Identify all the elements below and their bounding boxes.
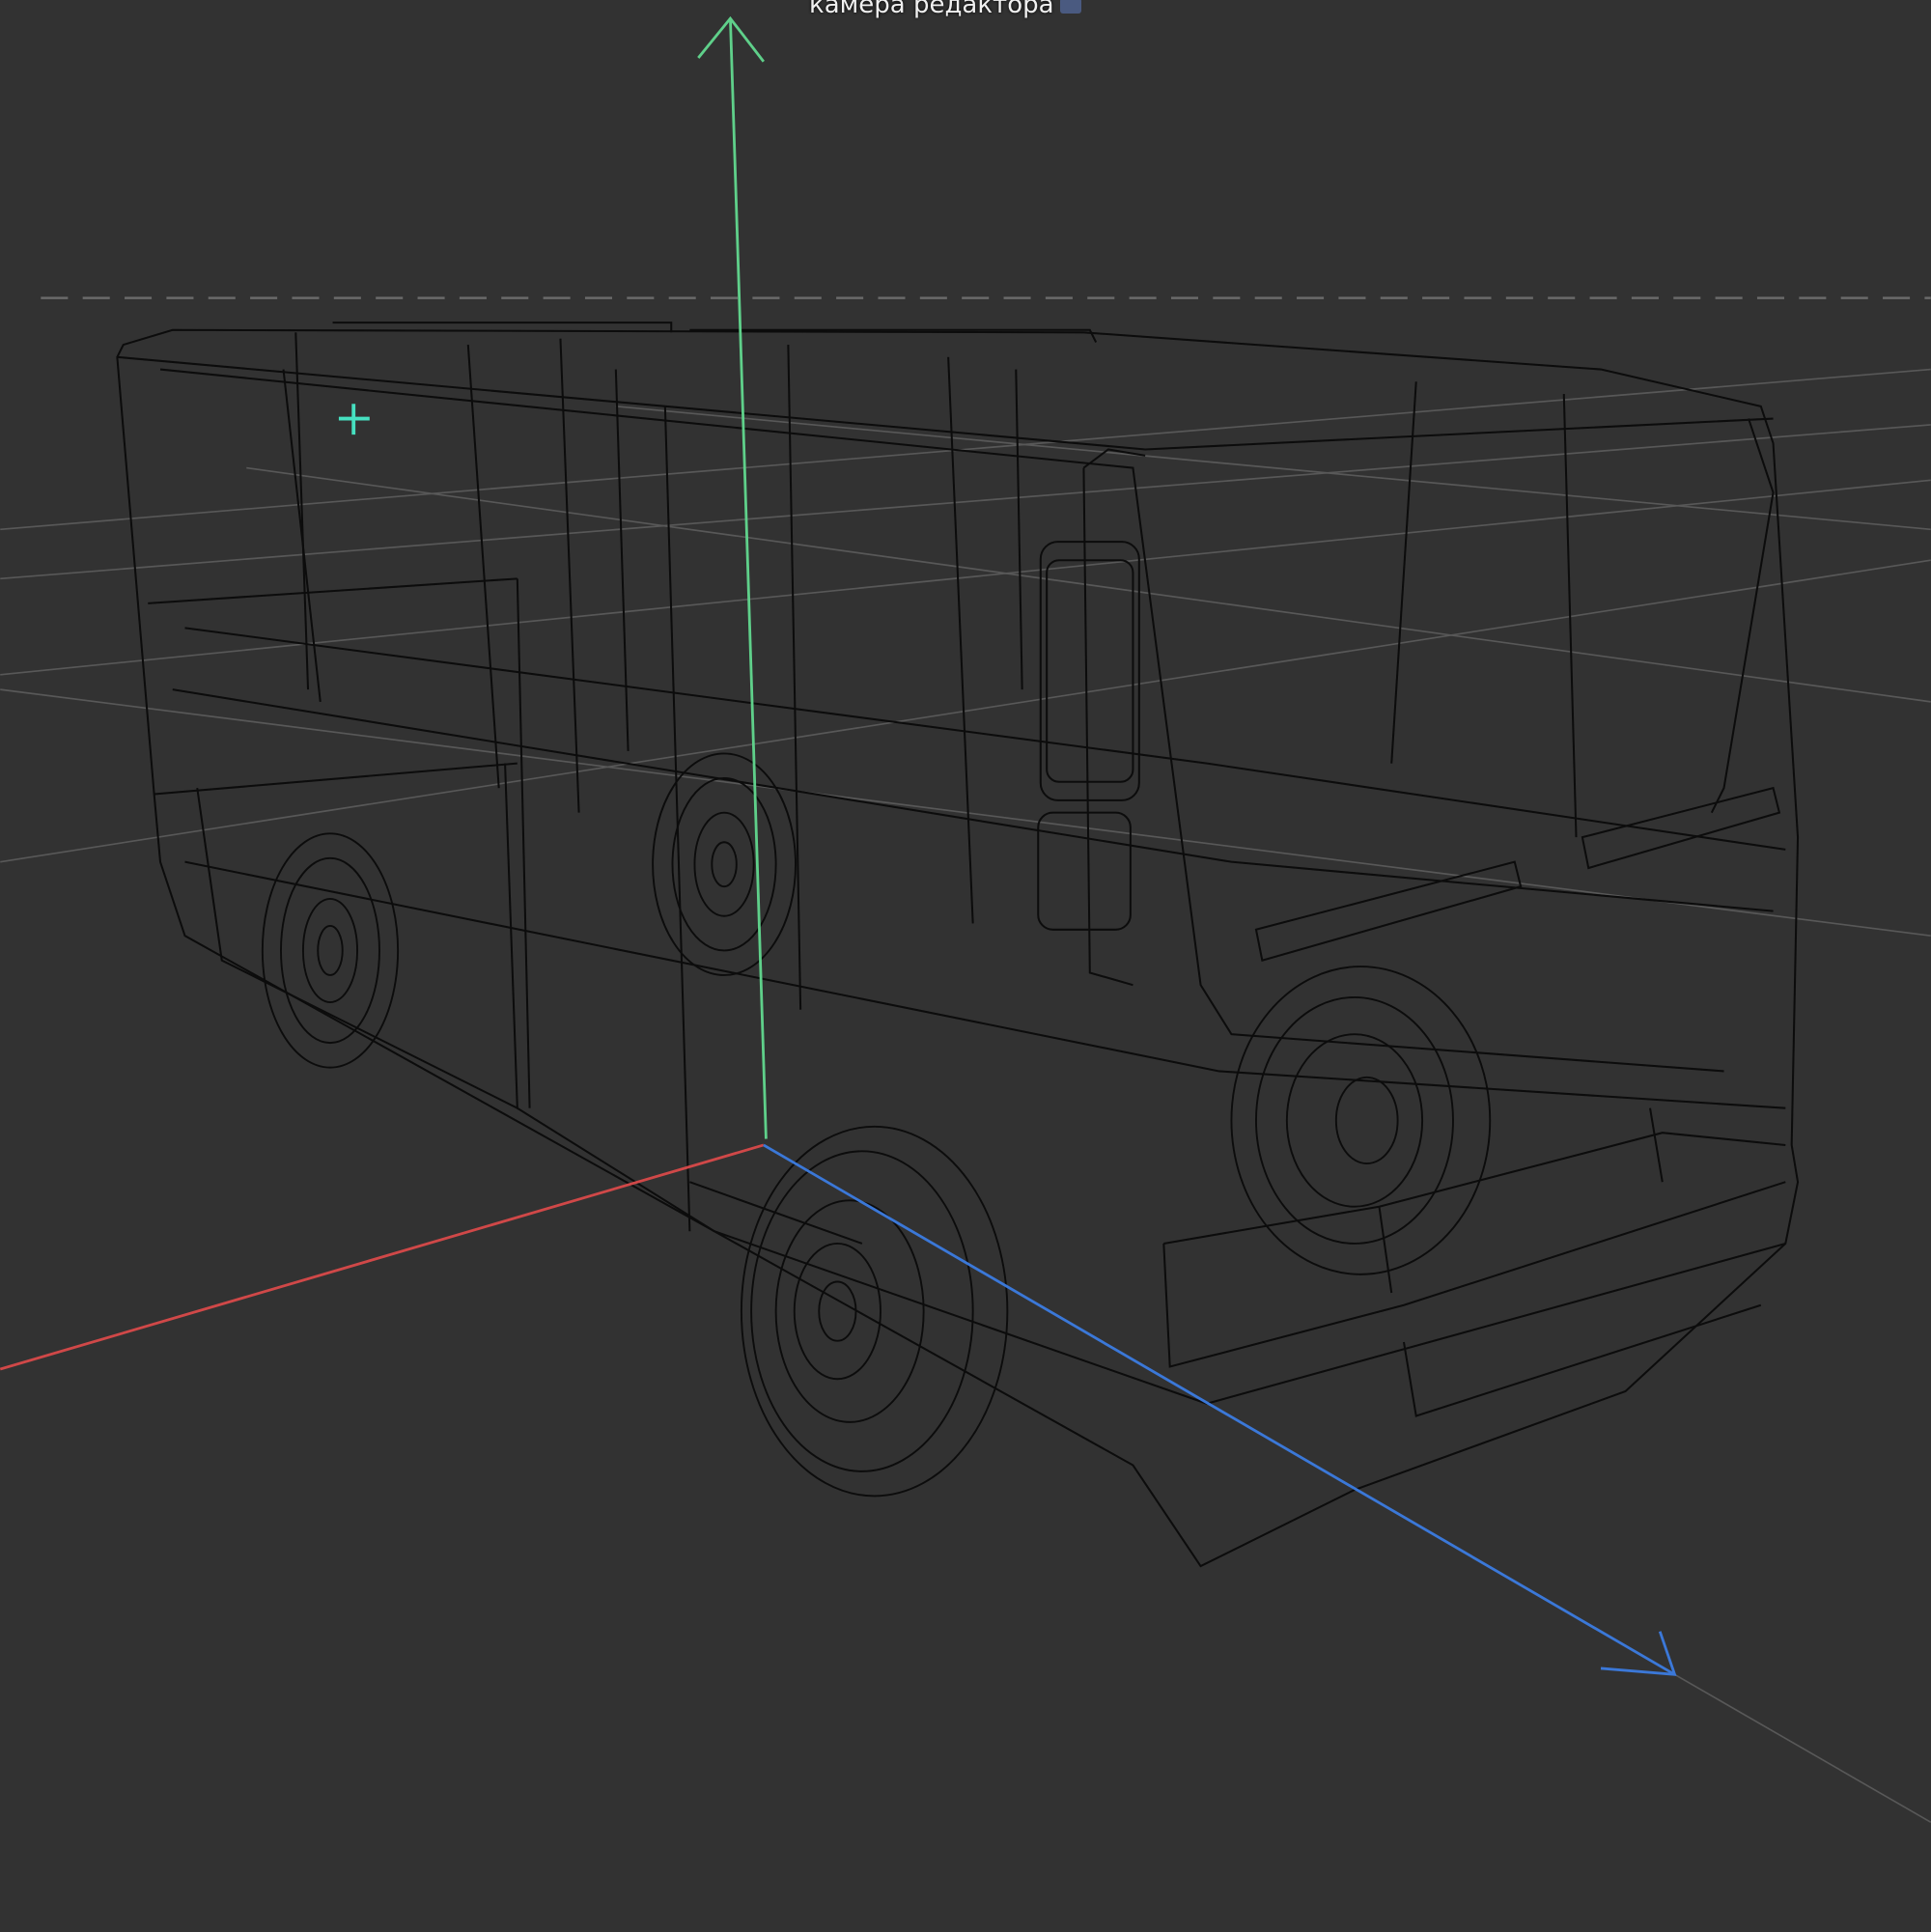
y-axis[interactable] [729, 18, 768, 1139]
pivot-cross-icon[interactable] [338, 404, 370, 435]
wheels [261, 752, 1492, 1498]
camera-selector[interactable]: камера редактора [809, 0, 1081, 19]
viewport-canvas[interactable] [0, 0, 1931, 1928]
wheel-rear-left [261, 832, 400, 1069]
wheel-rear-right [652, 752, 797, 976]
z-axis[interactable] [763, 1143, 1676, 1676]
bus-wireframe[interactable] [116, 322, 1800, 1568]
transform-gizmo[interactable] [0, 15, 1677, 1676]
3d-viewport[interactable] [0, 0, 1931, 1928]
camera-icon [1059, 0, 1081, 14]
camera-label: камера редактора [809, 0, 1054, 19]
wheel-front-right [1230, 966, 1492, 1275]
x-axis[interactable] [0, 1143, 765, 1371]
wheel-front-left [740, 1125, 1009, 1498]
ground-grid [0, 368, 1931, 1824]
